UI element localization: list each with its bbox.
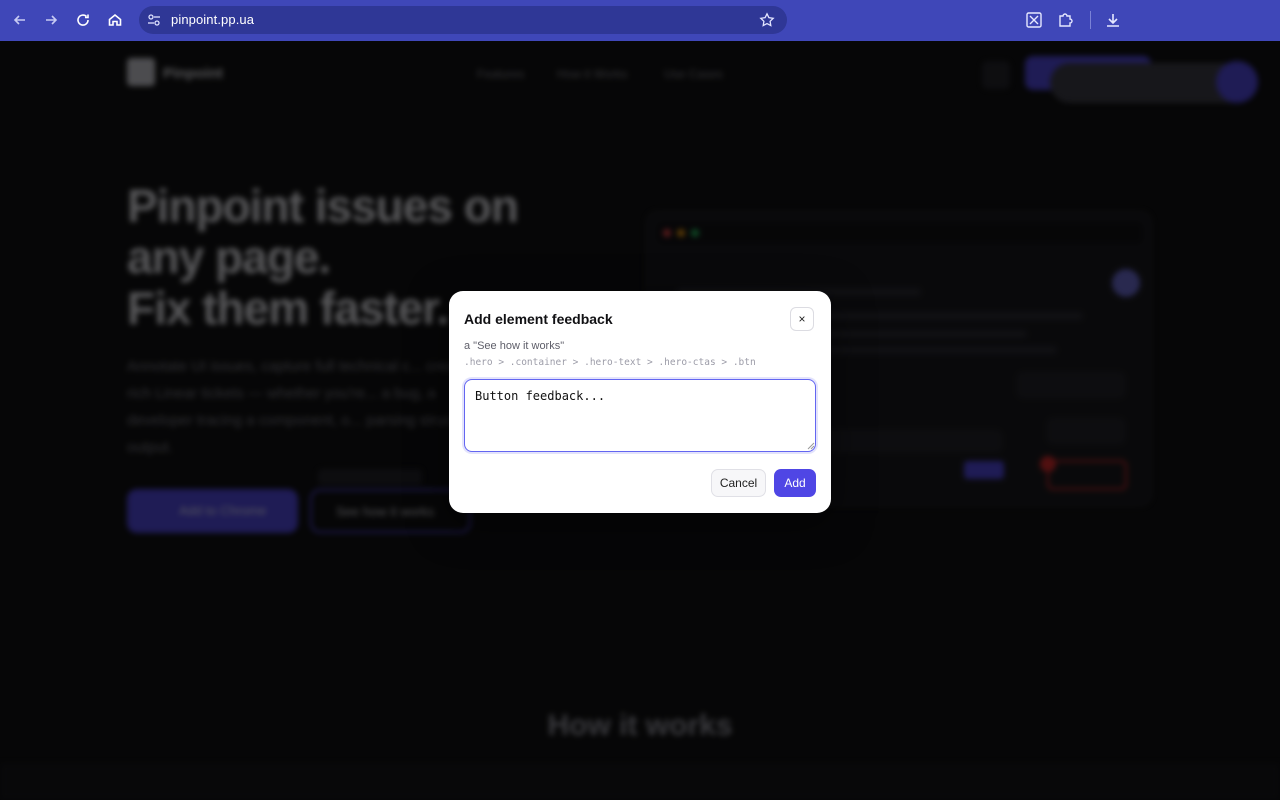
home-button[interactable] (103, 8, 127, 32)
url-text: pinpoint.pp.ua (171, 12, 255, 27)
close-icon: × (798, 312, 806, 326)
selector-path: .hero > .container > .hero-text > .hero-… (464, 357, 756, 368)
browser-toolbar: pinpoint.pp.ua (0, 0, 1280, 41)
modal-title: Add element feedback (464, 311, 613, 327)
cancel-button[interactable]: Cancel (711, 469, 766, 497)
arrow-right-icon (46, 15, 58, 25)
feedback-modal: Add element feedback × a "See how it wor… (449, 291, 831, 513)
close-button[interactable]: × (790, 307, 814, 331)
download-icon[interactable] (1104, 11, 1122, 29)
reload-icon (77, 14, 89, 26)
address-bar[interactable]: pinpoint.pp.ua (139, 6, 787, 34)
back-button[interactable] (8, 8, 32, 32)
forward-button[interactable] (39, 8, 63, 32)
pinpoint-extension-icon[interactable] (1025, 11, 1043, 29)
tune-icon[interactable] (147, 13, 161, 27)
puzzle-icon[interactable] (1057, 11, 1075, 29)
toolbar-divider (1090, 11, 1091, 29)
feedback-input[interactable] (464, 379, 816, 452)
arrow-left-icon (13, 15, 25, 25)
reload-button[interactable] (71, 8, 95, 32)
resize-handle-icon[interactable] (807, 442, 815, 450)
star-icon[interactable] (759, 12, 775, 28)
home-icon (108, 13, 122, 26)
target-element-label: a "See how it works" (464, 340, 565, 352)
add-button[interactable]: Add (774, 469, 816, 497)
